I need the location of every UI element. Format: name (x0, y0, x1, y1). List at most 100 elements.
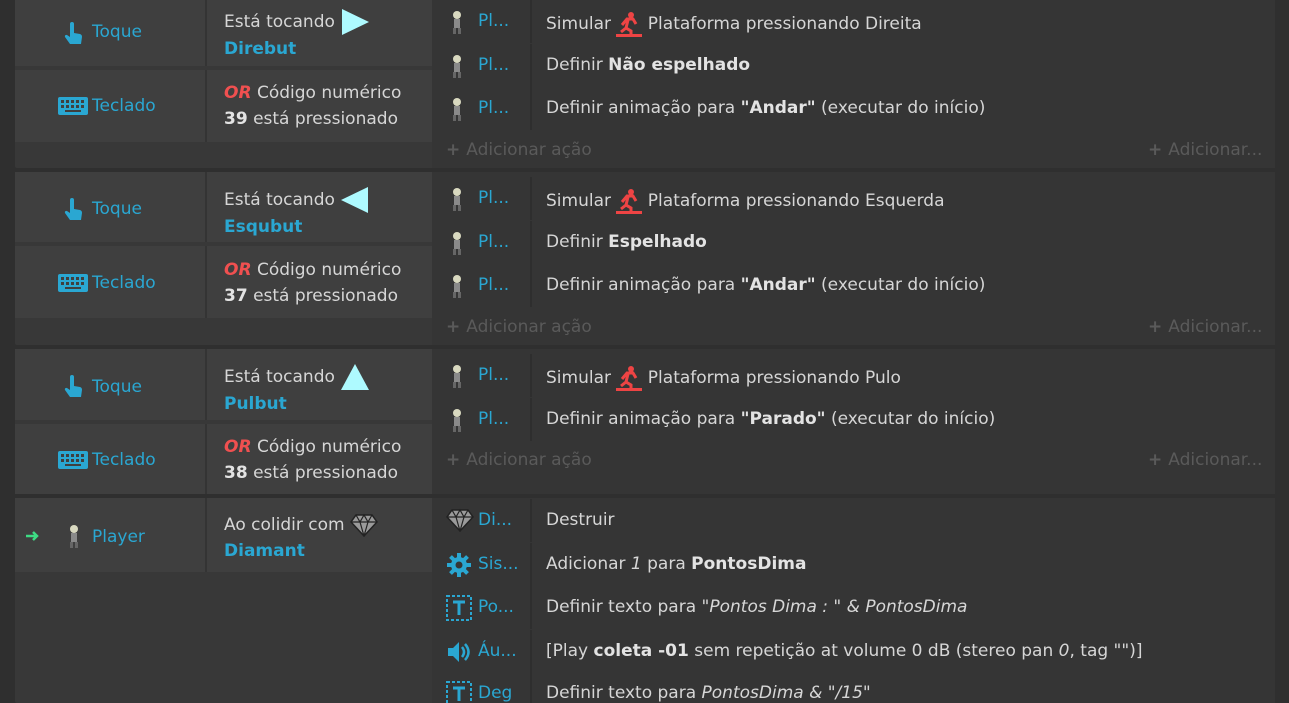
actions-list: Pl... Simular Plataforma pressionando Pu… (432, 349, 1275, 494)
add-action-button[interactable]: + Adicionar ação (446, 450, 592, 470)
key-suffix: está pressionado (253, 286, 398, 306)
action-text: Definir texto para (546, 597, 697, 617)
collision-text: Ao colidir com (224, 515, 345, 535)
action-row[interactable]: Pl... Definir Não espelhado (432, 44, 1275, 87)
arrow-right-icon (26, 531, 39, 541)
action-row[interactable]: Sis... Adicionar 1 para PontosDima (432, 543, 1275, 586)
event-block-right: Toque Está tocando Direbut Teclado OR Có… (15, 0, 1275, 168)
action-suffix: (executar do início) (821, 98, 986, 118)
action-bold: "Andar" (740, 275, 816, 295)
action-text: Simular (546, 368, 611, 388)
plus-icon: + (1148, 140, 1163, 160)
diamond-sprite-icon (446, 508, 474, 532)
action-bold: coleta -01 (593, 641, 689, 661)
action-bold: Espelhado (608, 232, 707, 252)
event-block-jump: Toque Está tocando Pulbut Teclado OR Cód… (15, 349, 1275, 494)
action-row[interactable]: Pl... Simular Plataforma pressionando Di… (432, 0, 1275, 43)
plus-icon: + (446, 317, 461, 337)
key-code: 38 (224, 463, 248, 483)
add-action-button[interactable]: + Adicionar ação (446, 140, 592, 160)
or-keyword: OR (224, 260, 252, 280)
action-text: Simular (546, 14, 611, 34)
action-object-name: Pl... (478, 232, 510, 252)
touch-text: Está tocando (224, 12, 335, 32)
speaker-icon (448, 642, 470, 662)
action-text: Definir animação para (546, 275, 736, 295)
action-text: Simular (546, 191, 611, 211)
add-more-button[interactable]: + Adicionar... (1148, 317, 1262, 337)
player-sprite-icon (453, 232, 461, 255)
condition-touch[interactable]: Toque Está tocando Pulbut (15, 349, 432, 420)
action-suffix: (executar do início) (830, 409, 996, 429)
keyboard-icon (58, 274, 88, 292)
action-row[interactable]: Áu... [Play coleta -01 sem repetição at … (432, 630, 1275, 673)
add-more-button[interactable]: + Adicionar... (1148, 140, 1262, 160)
action-text: Adicionar (546, 554, 626, 574)
keyboard-label: Teclado (92, 273, 156, 293)
touch-label: Toque (92, 199, 142, 219)
action-text: [Play (546, 641, 589, 661)
action-text: Definir (546, 232, 603, 252)
action-row[interactable]: Deg Definir texto para PontosDima & "/15… (432, 672, 1275, 703)
action-object-name: Pl... (478, 365, 510, 385)
action-object-name: Pl... (478, 55, 510, 75)
player-sprite-icon (453, 275, 461, 298)
condition-keyboard[interactable]: Teclado OR Código numérico 38 está press… (15, 424, 432, 494)
action-row[interactable]: Pl... Definir animação para "Parado" (ex… (432, 398, 1275, 441)
action-bold: PontosDima (691, 554, 807, 574)
action-row[interactable]: Pl... Simular Plataforma pressionando Es… (432, 177, 1275, 220)
action-text: Definir animação para (546, 409, 736, 429)
condition-touch[interactable]: Toque Está tocando Esqubut (15, 172, 432, 242)
action-row[interactable]: Pl... Definir animação para "Andar" (exe… (432, 264, 1275, 307)
action-row[interactable]: Pl... Definir Espelhado (432, 221, 1275, 264)
key-text: Código numérico (256, 83, 402, 103)
touch-label: Toque (92, 377, 142, 397)
action-object-name: Pl... (478, 188, 510, 208)
add-action-button[interactable]: + Adicionar ação (446, 317, 592, 337)
action-italic: 0 (1058, 641, 1070, 661)
action-italic: 1 (630, 554, 642, 574)
action-row[interactable]: Di... Destruir (432, 499, 1275, 542)
action-object-name: Áu... (478, 641, 517, 661)
actions-list: Di... Destruir Sis... Adicionar 1 para P… (432, 498, 1275, 703)
player-sprite-icon (453, 55, 461, 78)
simulate-run-icon (616, 366, 643, 391)
action-bold: "Andar" (740, 98, 816, 118)
action-bold: Não espelhado (608, 55, 751, 75)
action-text: Definir animação para (546, 98, 736, 118)
action-text-rest: Plataforma pressionando Pulo (647, 368, 901, 388)
action-row[interactable]: Pl... Simular Plataforma pressionando Pu… (432, 354, 1275, 397)
action-row[interactable]: Pl... Definir animação para "Andar" (exe… (432, 87, 1275, 130)
text-object-icon (446, 595, 472, 621)
action-text: Destruir (546, 510, 615, 530)
condition-keyboard[interactable]: Teclado OR Código numérico 37 está press… (15, 246, 432, 318)
or-keyword: OR (224, 83, 252, 103)
diamond-sprite-icon (349, 513, 378, 537)
action-object-name: Deg (478, 683, 513, 703)
or-keyword: OR (224, 437, 252, 457)
key-code: 37 (224, 286, 248, 306)
arrow-right-sprite-icon (342, 9, 370, 35)
touch-icon (64, 198, 83, 220)
plus-icon: + (446, 450, 461, 470)
action-row[interactable]: Po... Definir texto para "Pontos Dima : … (432, 586, 1275, 629)
action-object-name: Di... (478, 510, 513, 530)
action-object-name: Po... (478, 597, 514, 617)
action-object-name: Pl... (478, 409, 510, 429)
keyboard-label: Teclado (92, 96, 156, 116)
key-suffix: está pressionado (253, 109, 398, 129)
actions-list: Pl... Simular Plataforma pressionando Es… (432, 172, 1275, 345)
player-sprite-icon (453, 409, 461, 432)
add-more-button[interactable]: + Adicionar... (1148, 450, 1262, 470)
keyboard-label: Teclado (92, 450, 156, 470)
gear-icon (447, 553, 471, 577)
plus-icon: + (446, 140, 461, 160)
touch-icon (64, 375, 83, 397)
key-code: 39 (224, 109, 248, 129)
condition-keyboard[interactable]: Teclado OR Código numérico 39 está press… (15, 70, 432, 142)
action-italic: "Pontos Dima : " & PontosDima (701, 597, 968, 617)
condition-collision[interactable]: Player Ao colidir com Diamant (15, 498, 432, 572)
action-suffix: (executar do início) (821, 275, 986, 295)
condition-touch[interactable]: Toque Está tocando Direbut (15, 0, 432, 66)
touch-icon (64, 22, 83, 44)
